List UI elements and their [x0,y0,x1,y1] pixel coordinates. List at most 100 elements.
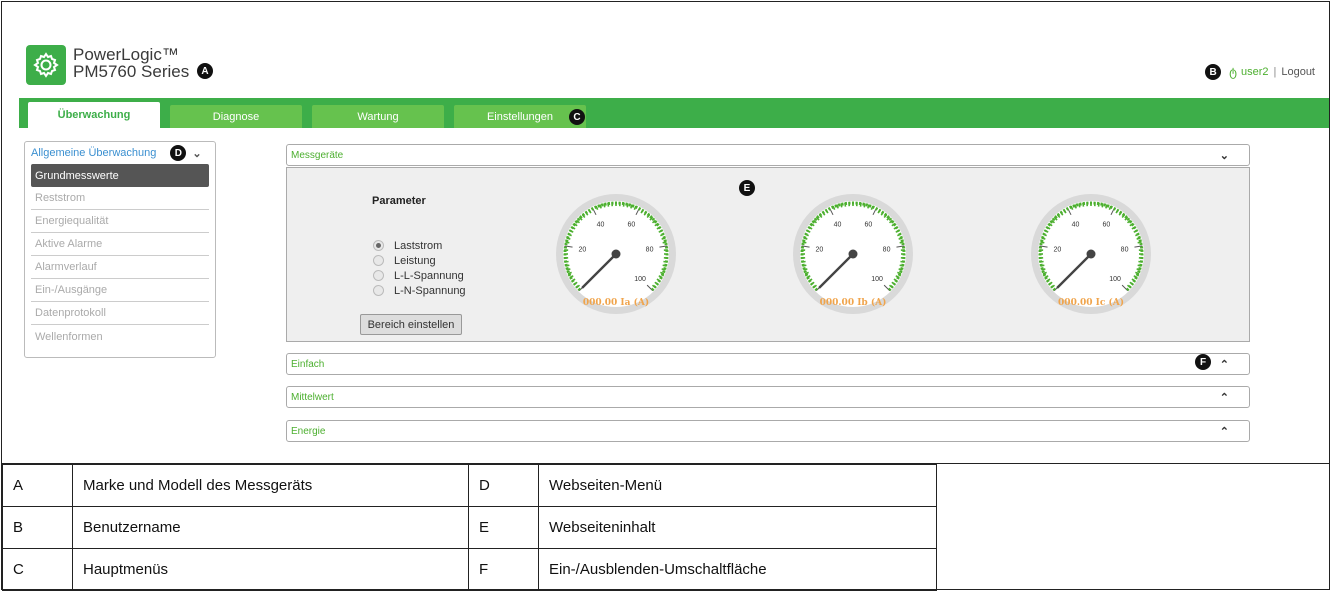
panel-messgeraete-header[interactable]: Messgeräte ⌄ [286,144,1250,166]
radio-label: Laststrom [394,239,443,252]
legend-value: Marke und Modell des Messgeräts [72,464,469,507]
chevron-up-icon[interactable]: ⌃ [1220,425,1229,438]
side-menu-item-datenprotokoll[interactable]: Datenprotokoll [31,302,209,325]
side-menu-title: Allgemeine Überwachung [31,147,157,159]
panel-einfach-header[interactable]: Einfach ⌃ [286,353,1250,375]
radio-ll-spannung[interactable]: L-L-Spannung [373,268,466,283]
gauge-tick [565,241,570,244]
side-menu-item-alarmverlauf[interactable]: Alarmverlauf [31,256,209,279]
gauge-tick-label: 40 [597,222,605,229]
side-menu: Allgemeine Überwachung D ⌄ Grundmesswert… [24,141,216,358]
model-name: PM5760 Series [73,62,190,81]
logout-link[interactable]: Logout [1281,66,1315,78]
user-area: B ტ user2 | Logout [1205,64,1315,80]
callout-b: B [1205,64,1222,80]
gauge-tick-label: 80 [1121,247,1129,254]
gauge-tick-label: 100 [1109,276,1121,283]
legend-value: Webseiten-Menü [538,464,937,507]
legend-key: E [468,506,539,549]
gauge-tick-label: 80 [883,247,891,254]
radio-label: L-N-Spannung [394,284,466,297]
side-menu-item-reststrom[interactable]: Reststrom [31,187,209,210]
radio-button-selected[interactable] [373,240,384,251]
callout-f: F [1195,354,1211,370]
radio-button[interactable] [373,285,384,296]
tab-wartung[interactable]: Wartung [312,105,444,128]
gauge-tick-label: 20 [1054,247,1062,254]
gauge-hub [1086,249,1096,259]
legend-row: A Marke und Modell des Messgeräts D Webs… [2,464,937,507]
panel-energie-title: Energie [291,425,326,437]
parameter-title: Parameter [372,195,426,207]
legend-row: C Hauptmenüs F Ein-/Ausblenden-Umschaltf… [2,548,937,591]
legend-key: D [468,464,539,507]
chevron-down-icon[interactable]: ⌄ [192,147,201,160]
gauge-tick-label: 20 [816,247,824,254]
gauge-tick-label: 20 [579,247,587,254]
callout-d: D [170,145,187,161]
legend-value: Hauptmenüs [72,548,469,591]
tab-ueberwachung[interactable]: Überwachung [28,102,160,128]
brand-name: PowerLogic™ [73,45,179,64]
brand-model: PowerLogic™ PM5760 Series [73,46,189,80]
gauge-tick-label: 60 [628,222,636,229]
gauge-tick-label: 40 [834,222,842,229]
username-link[interactable]: user2 [1241,66,1269,78]
parameter-radio-group: Laststrom Leistung L-L-Spannung L-N-Span… [373,238,466,298]
legend-key: F [468,548,539,591]
panel-mittelwert-header[interactable]: Mittelwert ⌃ [286,386,1250,408]
gauge-tick-label: 60 [1103,222,1111,229]
panel-messgeraete-title: Messgeräte [291,149,344,161]
web-interface: PowerLogic™ PM5760 Series A B ტ user2 | … [2,2,1329,464]
gauge-tick [1040,241,1045,244]
side-menu-item-grundmesswerte[interactable]: Grundmesswerte [31,164,209,187]
figure-frame: PowerLogic™ PM5760 Series A B ტ user2 | … [1,1,1330,591]
tab-diagnose[interactable]: Diagnose [170,105,302,128]
gauge-tick-label: 60 [865,222,873,229]
tab-einstellungen[interactable]: Einstellungen [454,105,586,128]
legend-key: B [2,506,73,549]
radio-laststrom[interactable]: Laststrom [373,238,466,253]
gauge-ic-label: 000.00 Ic (A) [1058,298,1124,308]
radio-button[interactable] [373,270,384,281]
side-menu-item-aktive-alarme[interactable]: Aktive Alarme [31,233,209,256]
logo-gear-icon [26,45,66,85]
radio-label: L-L-Spannung [394,269,464,282]
gauge-tick-label: 40 [1072,222,1080,229]
radio-leistung[interactable]: Leistung [373,253,466,268]
chevron-down-icon[interactable]: ⌄ [1220,149,1229,162]
legend-value: Ein-/Ausblenden-Umschaltfläche [538,548,937,591]
side-menu-item-wellenformen[interactable]: Wellenformen [31,325,209,348]
side-menu-item-energiequalitaet[interactable]: Energiequalität [31,210,209,233]
panel-energie-header[interactable]: Energie ⌃ [286,420,1250,442]
gauge-hub [848,249,858,259]
gauge-tick [899,241,904,244]
chevron-up-icon[interactable]: ⌃ [1220,358,1229,371]
side-menu-header[interactable]: Allgemeine Überwachung D ⌄ [25,142,215,164]
radio-ln-spannung[interactable]: L-N-Spannung [373,283,466,298]
legend-value: Webseiteninhalt [538,506,937,549]
legend-row: B Benutzername E Webseiteninhalt [2,506,937,549]
side-menu-list: Grundmesswerte Reststrom Energiequalität… [25,164,215,348]
gauge-tick [662,241,667,244]
gauge-ia-label: 000.00 Ia (A) [582,298,650,308]
legend-value: Benutzername [72,506,469,549]
gauge-tick-label: 80 [646,247,654,254]
gauge-hub [611,249,621,259]
chevron-up-icon[interactable]: ⌃ [1220,391,1229,404]
radio-button[interactable] [373,255,384,266]
legend-key: C [2,548,73,591]
gauge-tick [802,241,807,244]
separator: | [1273,66,1277,78]
gauge-tick [1137,241,1142,244]
set-range-button[interactable]: Bereich einstellen [360,314,462,335]
callout-e: E [739,180,755,196]
callout-a: A [197,63,213,79]
side-menu-item-ein-ausgaenge[interactable]: Ein-/Ausgänge [31,279,209,302]
main-menu-bar: Überwachung Diagnose Wartung Einstellung… [19,98,1329,128]
legend-key: A [2,464,73,507]
gauge-tick-label: 100 [871,276,883,283]
legend-table: A Marke und Modell des Messgeräts D Webs… [2,464,937,591]
user-icon: ტ [1229,65,1237,79]
panel-einfach-title: Einfach [291,358,325,370]
